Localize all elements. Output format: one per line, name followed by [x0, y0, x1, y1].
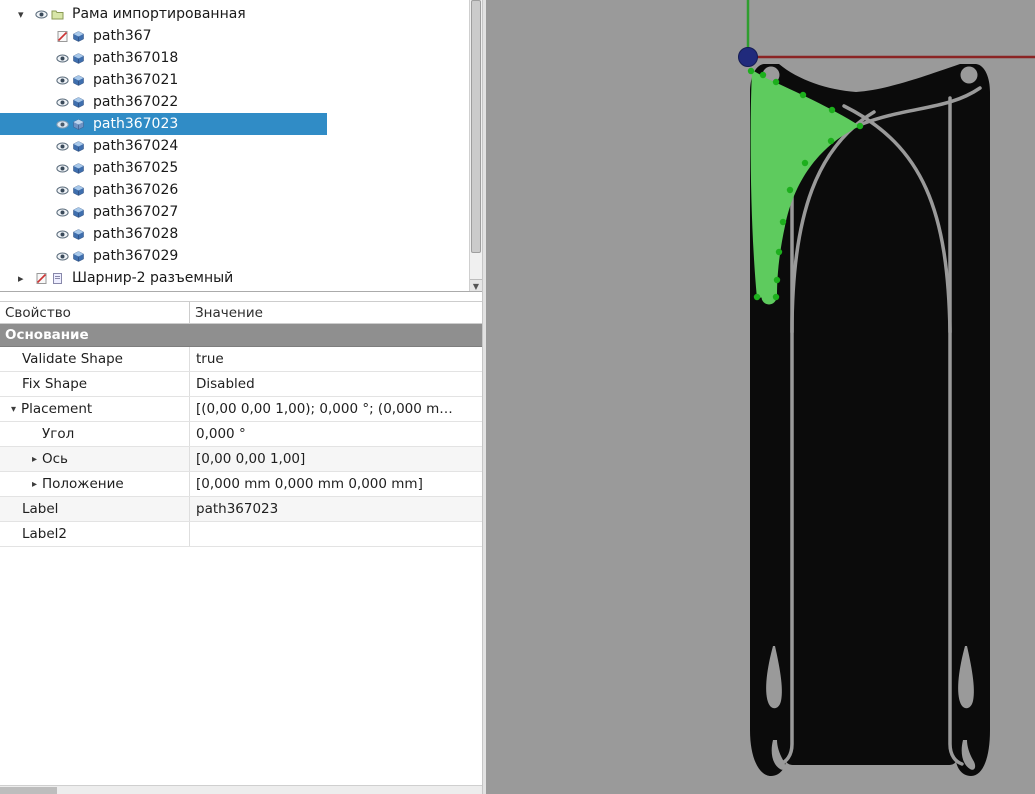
- tree-item[interactable]: path367029: [0, 245, 482, 267]
- tree-item-label: Рама импортированная: [72, 6, 246, 22]
- visibility-icon: [56, 208, 69, 216]
- property-value[interactable]: [0,00 0,00 1,00]: [190, 451, 482, 467]
- property-name: Fix Shape: [22, 376, 88, 392]
- property-name: Ось: [42, 451, 69, 467]
- tree-item[interactable]: path367025: [0, 157, 482, 179]
- tree-item-label: path367024: [93, 138, 179, 154]
- horizontal-scrollbar-thumb[interactable]: [0, 787, 57, 794]
- tree-item-label: path367022: [93, 94, 179, 110]
- expander-open-icon[interactable]: ▾: [6, 404, 21, 415]
- tree-scrollbar[interactable]: ▼: [469, 0, 482, 291]
- visibility-icon: [35, 10, 48, 18]
- tree-item-label: path367026: [93, 182, 179, 198]
- tree-item-label: path367025: [93, 160, 179, 176]
- solid-cube-icon: [73, 96, 84, 108]
- solid-cube-icon: [73, 162, 84, 174]
- tree-item-label: Шарнир-2 разъемный: [72, 270, 234, 286]
- tree-item[interactable]: path367021: [0, 69, 482, 91]
- expander-closed-icon[interactable]: ▸: [27, 454, 42, 465]
- solid-cube-icon: [73, 250, 84, 262]
- property-row[interactable]: Label path367023: [0, 497, 482, 522]
- tree-item[interactable]: path367026: [0, 179, 482, 201]
- property-value[interactable]: [(0,00 0,00 1,00); 0,000 °; (0,000 m…: [190, 401, 482, 417]
- solid-cube-icon: [73, 206, 84, 218]
- property-row[interactable]: Fix Shape Disabled: [0, 372, 482, 397]
- expander-closed-icon[interactable]: ▸: [18, 272, 35, 285]
- property-row[interactable]: Угол 0,000 °: [0, 422, 482, 447]
- property-editor: Свойство Значение Основание Validate Sha…: [0, 293, 482, 794]
- tree-item[interactable]: path367022: [0, 91, 482, 113]
- property-name: Validate Shape: [22, 351, 123, 367]
- property-name: Угол: [42, 426, 75, 442]
- origin-point[interactable]: [738, 47, 758, 67]
- visibility-icon: [56, 98, 69, 106]
- expander-open-icon[interactable]: ▾: [18, 8, 35, 21]
- visibility-icon: [56, 54, 69, 62]
- expander-closed-icon[interactable]: ▸: [27, 479, 42, 490]
- value-column-header: Значение: [195, 305, 263, 321]
- model-tree: ▾ Рама импортированная path367 path36701…: [0, 0, 482, 292]
- property-row[interactable]: Label2: [0, 522, 482, 547]
- solid-cube-icon: [73, 228, 84, 240]
- solid-cube-icon: [73, 184, 84, 196]
- tree-item-label: path367029: [93, 248, 179, 264]
- tree-item-label: path367027: [93, 204, 179, 220]
- property-column-header: Свойство: [0, 302, 190, 324]
- group-folder-icon: [51, 10, 64, 19]
- visibility-icon: [56, 230, 69, 238]
- property-row[interactable]: ▸ Положение [0,000 mm 0,000 mm 0,000 mm]: [0, 472, 482, 497]
- visibility-icon: [56, 186, 69, 194]
- tree-item[interactable]: path367018: [0, 47, 482, 69]
- tree-item-label: path367028: [93, 226, 179, 242]
- visibility-icon: [56, 120, 69, 128]
- hidden-sketch-icon: [36, 272, 47, 284]
- property-name: Label: [22, 501, 59, 517]
- tree-item-label: path367023: [93, 116, 179, 132]
- horizontal-scrollbar[interactable]: [0, 785, 482, 794]
- property-value[interactable]: 0,000 °: [190, 426, 482, 442]
- solid-cube-icon: [73, 118, 84, 130]
- scroll-down-button[interactable]: ▼: [470, 279, 482, 291]
- visibility-icon: [56, 76, 69, 84]
- 3d-viewport[interactable]: [486, 0, 1035, 794]
- solid-cube-icon: [73, 74, 84, 86]
- right-hole: [960, 66, 978, 84]
- document-icon: [53, 272, 62, 284]
- visibility-icon: [56, 142, 69, 150]
- tree-item-label: path367021: [93, 72, 179, 88]
- solid-cube-icon: [73, 30, 84, 42]
- property-row[interactable]: ▸ Ось [0,00 0,00 1,00]: [0, 447, 482, 472]
- tree-item-label: path367: [93, 28, 152, 44]
- left-panel: ▾ Рама импортированная path367 path36701…: [0, 0, 482, 794]
- property-name: Положение: [42, 476, 124, 492]
- tree-item-selected[interactable]: path367023: [0, 113, 327, 135]
- tree-item-collapsed-group[interactable]: ▸ Шарнир-2 разъемный: [0, 267, 482, 289]
- visibility-icon: [56, 164, 69, 172]
- tree-scrollbar-thumb[interactable]: [471, 0, 481, 253]
- tree-item-root[interactable]: ▾ Рама импортированная: [0, 3, 482, 25]
- solid-cube-icon: [73, 140, 84, 152]
- property-name: Placement: [21, 401, 93, 417]
- property-value[interactable]: [0,000 mm 0,000 mm 0,000 mm]: [190, 476, 482, 492]
- tree-item[interactable]: path367028: [0, 223, 482, 245]
- property-table-header: Свойство Значение: [0, 301, 482, 324]
- solid-cube-icon: [73, 52, 84, 64]
- property-value[interactable]: path367023: [190, 501, 482, 517]
- property-group-header[interactable]: Основание: [0, 324, 482, 347]
- hidden-sketch-icon: [57, 30, 68, 42]
- property-value[interactable]: true: [190, 351, 482, 367]
- visibility-icon: [56, 252, 69, 260]
- property-row[interactable]: ▾ Placement [(0,00 0,00 1,00); 0,000 °; …: [0, 397, 482, 422]
- property-value[interactable]: Disabled: [190, 376, 482, 392]
- tree-item[interactable]: path367024: [0, 135, 482, 157]
- tree-item-label: path367018: [93, 50, 179, 66]
- tree-item[interactable]: path367027: [0, 201, 482, 223]
- property-row[interactable]: Validate Shape true: [0, 347, 482, 372]
- tree-item[interactable]: path367: [0, 25, 482, 47]
- property-name: Label2: [22, 526, 68, 542]
